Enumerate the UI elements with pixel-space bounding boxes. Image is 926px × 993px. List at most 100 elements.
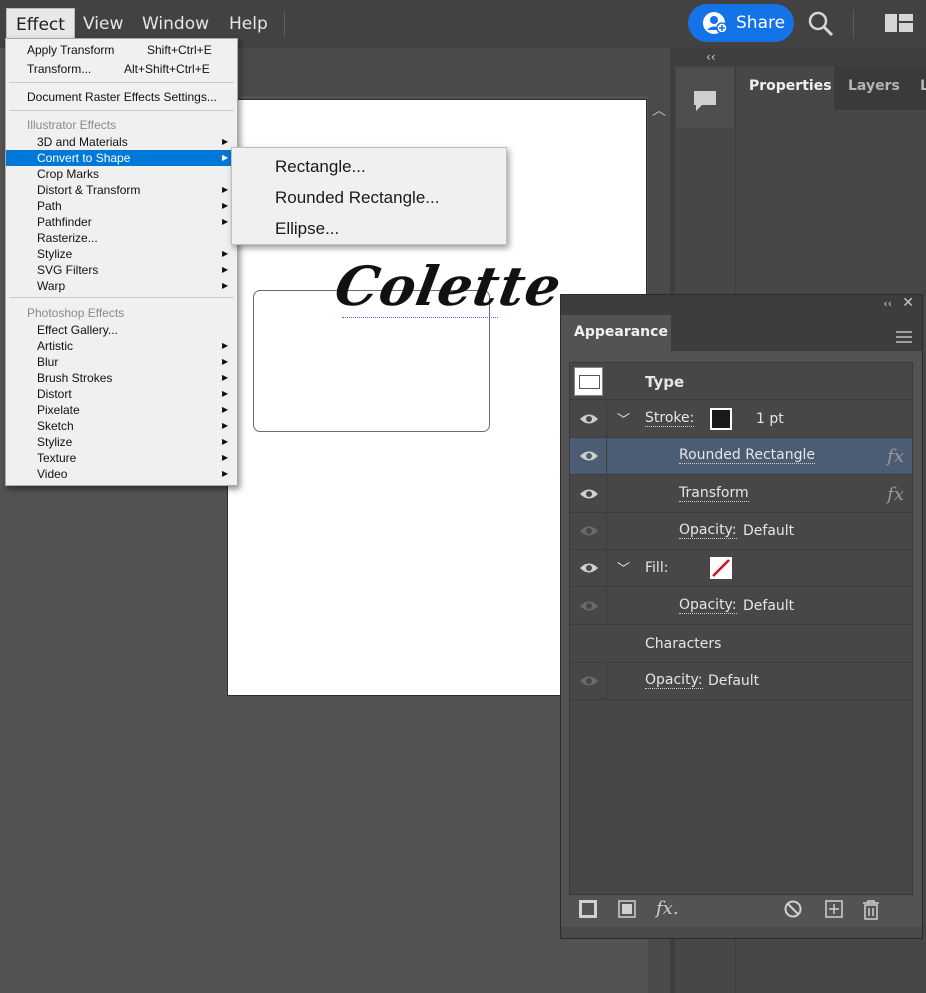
appearance-title-bar[interactable]: ‹‹ ✕ [561,295,922,315]
appearance-row-fill-opacity[interactable]: Opacity: Default [570,588,912,625]
appearance-row-stroke[interactable]: ﹀ Stroke: 1 pt [570,401,912,438]
appearance-row-stroke-opacity[interactable]: Opacity: Default [570,513,912,550]
eye-icon[interactable] [579,562,599,574]
canvas-text-colette[interactable]: Colette [330,254,566,318]
trash-icon[interactable] [862,900,880,924]
menu-item-pixelate[interactable]: Pixelate ▶ [6,402,237,418]
submenu-item-ellipse[interactable]: Ellipse... [275,218,339,240]
menu-item-distort-transform[interactable]: Distort & Transform ▶ [6,182,237,198]
menu-window[interactable]: Window [133,8,218,40]
stroke-color-swatch[interactable] [710,408,732,430]
effect-dropdown-menu: Apply Transform Shift+Ctrl+E Transform..… [5,38,238,486]
menu-item-svg-filters[interactable]: SVG Filters ▶ [6,262,237,278]
appearance-row-fill[interactable]: ﹀ Fill: [570,550,912,587]
search-icon[interactable] [808,11,834,41]
menu-item-texture[interactable]: Texture ▶ [6,450,237,466]
menu-item-effect-gallery[interactable]: Effect Gallery... [6,322,237,338]
fx-menu-icon[interactable]: fx. [656,898,679,919]
opacity-value: Default [743,523,795,539]
menu-item-rasterize[interactable]: Rasterize... [6,230,237,246]
stroke-weight[interactable]: 1 pt [756,411,784,427]
appearance-row-transform[interactable]: Transform fx [570,476,912,513]
type-thumbnail [574,367,603,396]
menu-item-pathfinder[interactable]: Pathfinder ▶ [6,214,237,230]
document-tab-bar [240,48,670,96]
submenu-arrow-icon: ▶ [222,341,229,350]
fx-icon[interactable]: fx [887,446,904,467]
menu-item-raster-settings[interactable]: Document Raster Effects Settings... [6,89,237,105]
appearance-row-rounded-rectangle[interactable]: Rounded Rectangle fx [570,438,912,475]
menu-item-blur[interactable]: Blur ▶ [6,354,237,370]
menu-help[interactable]: Help [220,8,277,40]
menu-header-photoshop: Photoshop Effects [27,306,125,320]
fill-none-swatch[interactable] [710,557,732,579]
tab-libraries[interactable]: L [906,66,926,110]
collapse-dock-icon[interactable]: ‹‹ [706,50,716,64]
menu-item-path[interactable]: Path ▶ [6,198,237,214]
tab-appearance[interactable]: Appearance [561,315,671,351]
submenu-arrow-icon: ▶ [222,217,229,226]
type-label: Type [645,373,685,391]
menu-item-distort[interactable]: Distort ▶ [6,386,237,402]
submenu-arrow-icon: ▶ [222,201,229,210]
menu-header-illustrator: Illustrator Effects [27,118,117,132]
fx-icon[interactable]: fx [887,484,904,505]
menu-item-stylize-ps[interactable]: Stylize ▶ [6,434,237,450]
share-button[interactable]: Share [688,4,794,42]
comments-button[interactable] [676,68,734,128]
add-stroke-icon[interactable] [579,900,597,922]
submenu-arrow-icon: ▶ [222,185,229,194]
panel-resize-grip[interactable] [561,927,922,938]
menu-item-apply-transform[interactable]: Apply Transform Shift+Ctrl+E [6,42,237,58]
submenu-item-rounded-rectangle[interactable]: Rounded Rectangle... [275,187,439,209]
menu-item-crop-marks[interactable]: Crop Marks [6,166,237,182]
convert-to-shape-submenu: Rectangle... Rounded Rectangle... Ellips… [231,147,507,245]
opacity-label[interactable]: Opacity: [679,523,737,539]
eye-icon[interactable] [579,488,599,500]
submenu-arrow-icon: ▶ [222,249,229,258]
menu-item-transform[interactable]: Transform... Alt+Shift+Ctrl+E [6,61,237,77]
opacity-label[interactable]: Opacity: [679,598,737,614]
stroke-label[interactable]: Stroke: [645,411,695,427]
opacity-label[interactable]: Opacity: [645,673,703,689]
rounded-rectangle-effect-label[interactable]: Rounded Rectangle [679,448,815,464]
menu-item-stylize[interactable]: Stylize ▶ [6,246,237,262]
scroll-up-icon[interactable]: ︿ [652,100,666,120]
workspace-switcher-icon[interactable] [885,14,913,36]
eye-icon[interactable] [579,525,599,537]
characters-label: Characters [645,636,722,652]
submenu-arrow-icon: ▶ [222,437,229,446]
transform-effect-label[interactable]: Transform [679,486,749,502]
clear-appearance-icon[interactable] [784,900,802,922]
chevron-down-icon[interactable]: ﹀ [617,409,630,428]
eye-icon[interactable] [579,675,599,687]
eye-icon[interactable] [579,413,599,425]
menu-separator [9,110,234,111]
menu-item-convert-to-shape[interactable]: Convert to Shape ▶ [6,150,237,166]
panel-menu-icon[interactable] [896,328,912,347]
appearance-row-object-opacity[interactable]: Opacity: Default [570,663,912,700]
menu-item-video[interactable]: Video ▶ [6,466,237,482]
submenu-arrow-icon: ▶ [222,281,229,290]
submenu-arrow-icon: ▶ [222,405,229,414]
eye-icon[interactable] [579,450,599,462]
appearance-row-characters[interactable]: Characters [570,626,912,663]
eye-icon[interactable] [579,600,599,612]
menu-view[interactable]: View [74,8,132,40]
collapse-panel-icon[interactable]: ‹‹ [883,297,892,310]
menu-effect[interactable]: Effect [6,8,75,40]
tab-layers[interactable]: Layers [834,66,906,110]
chevron-down-icon[interactable]: ﹀ [617,558,630,577]
menu-item-3d-materials[interactable]: 3D and Materials ▶ [6,134,237,150]
tab-properties[interactable]: Properties [736,66,834,110]
opacity-value: Default [743,598,795,614]
menu-item-warp[interactable]: Warp ▶ [6,278,237,294]
menu-item-artistic[interactable]: Artistic ▶ [6,338,237,354]
submenu-item-rectangle[interactable]: Rectangle... [275,156,366,178]
close-icon[interactable]: ✕ [902,295,914,311]
duplicate-item-icon[interactable] [825,900,843,922]
menu-item-sketch[interactable]: Sketch ▶ [6,418,237,434]
add-fill-icon[interactable] [618,900,636,922]
menu-item-brush-strokes[interactable]: Brush Strokes ▶ [6,370,237,386]
appearance-row-type[interactable]: Type [570,363,912,400]
